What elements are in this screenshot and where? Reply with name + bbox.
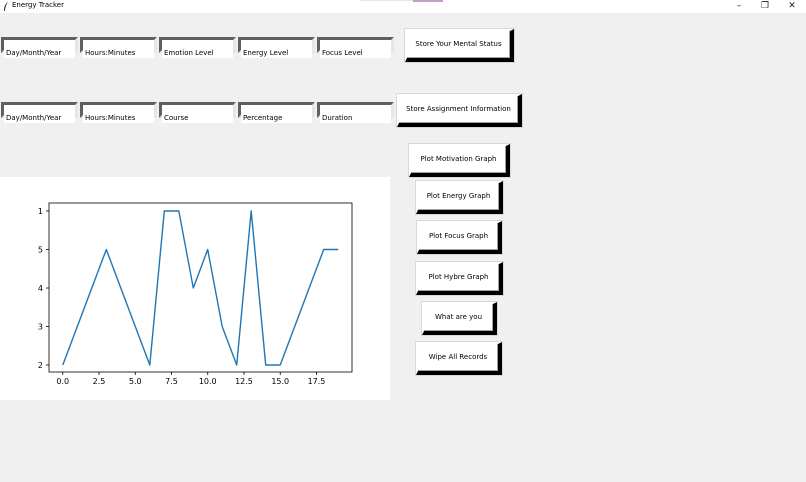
window-title: Energy Tracker xyxy=(12,1,64,9)
wipe-records-button[interactable]: Wipe All Records xyxy=(416,342,502,375)
mental-time-input[interactable] xyxy=(83,48,154,58)
emotion-level-field[interactable] xyxy=(159,37,236,58)
what-are-you-button[interactable]: What are you xyxy=(422,302,497,335)
focus-level-field[interactable] xyxy=(317,37,394,58)
course-field[interactable] xyxy=(159,102,236,123)
title-decoration-accent xyxy=(413,0,443,2)
assignment-date-field[interactable] xyxy=(1,102,78,123)
duration-field[interactable] xyxy=(317,102,394,123)
line-chart: 0.0 2.5 5.0 7.5 10.0 12.5 15.0 17.5 1 5 4 3 2 xyxy=(38,202,353,386)
assignment-time-field[interactable] xyxy=(80,102,157,123)
wipe-records-label: Wipe All Records xyxy=(428,353,488,361)
store-assignment-label: Store Assignment Information xyxy=(406,105,511,113)
assignment-time-input[interactable] xyxy=(83,113,154,123)
focus-level-input[interactable] xyxy=(320,48,391,58)
plot-motivation-label: Plot Motivation Graph xyxy=(420,155,497,163)
store-assignment-button[interactable]: Store Assignment Information xyxy=(397,94,522,127)
plot-focus-button[interactable]: Plot Focus Graph xyxy=(417,221,502,254)
mental-time-field[interactable] xyxy=(80,37,157,58)
plot-motivation-button[interactable]: Plot Motivation Graph xyxy=(409,144,510,177)
mental-date-input[interactable] xyxy=(4,48,75,58)
store-mental-status-button[interactable]: Store Your Mental Status xyxy=(405,29,514,62)
what-are-you-label: What are you xyxy=(434,313,483,321)
duration-input[interactable] xyxy=(320,113,391,123)
x-tick-label: 2.5 xyxy=(93,377,106,386)
plot-energy-button[interactable]: Plot Energy Graph xyxy=(416,181,503,214)
title-bar: Energy Tracker – ❐ ✕ xyxy=(0,0,806,13)
emotion-level-input[interactable] xyxy=(162,48,233,58)
x-tick-label: 7.5 xyxy=(165,377,178,386)
plot-hybre-label: Plot Hybre Graph xyxy=(428,273,489,281)
plot-hybre-button[interactable]: Plot Hybre Graph xyxy=(416,262,503,295)
x-tick-label: 12.5 xyxy=(235,377,253,386)
feather-icon xyxy=(4,2,8,11)
y-tick-label: 3 xyxy=(38,323,43,332)
percentage-input[interactable] xyxy=(241,113,312,123)
x-tick-label: 10.0 xyxy=(199,377,217,386)
energy-level-field[interactable] xyxy=(238,37,315,58)
close-icon[interactable]: ✕ xyxy=(779,0,805,13)
percentage-field[interactable] xyxy=(238,102,315,123)
plot-panel: 0.0 2.5 5.0 7.5 10.0 12.5 15.0 17.5 1 5 4 3 2 xyxy=(0,177,390,400)
restore-icon[interactable]: ❐ xyxy=(752,0,778,13)
plot-axes-frame xyxy=(48,202,353,373)
x-tick-label: 0.0 xyxy=(56,377,69,386)
x-tick-label: 5.0 xyxy=(129,377,142,386)
plot-focus-label: Plot Focus Graph xyxy=(428,232,489,240)
assignment-date-input[interactable] xyxy=(4,113,75,123)
x-tick-label: 17.5 xyxy=(308,377,326,386)
minimize-icon[interactable]: – xyxy=(726,0,752,13)
course-input[interactable] xyxy=(162,113,233,123)
energy-level-input[interactable] xyxy=(241,48,312,58)
mental-date-field[interactable] xyxy=(1,37,78,58)
plot-energy-label: Plot Energy Graph xyxy=(426,192,491,200)
y-tick-label: 2 xyxy=(38,361,43,370)
y-tick-label: 5 xyxy=(38,246,43,255)
store-mental-status-label: Store Your Mental Status xyxy=(415,40,502,48)
x-tick-label: 15.0 xyxy=(271,377,289,386)
y-tick-label: 4 xyxy=(38,284,43,293)
title-decoration xyxy=(360,0,413,1)
y-tick-label: 1 xyxy=(38,207,43,216)
